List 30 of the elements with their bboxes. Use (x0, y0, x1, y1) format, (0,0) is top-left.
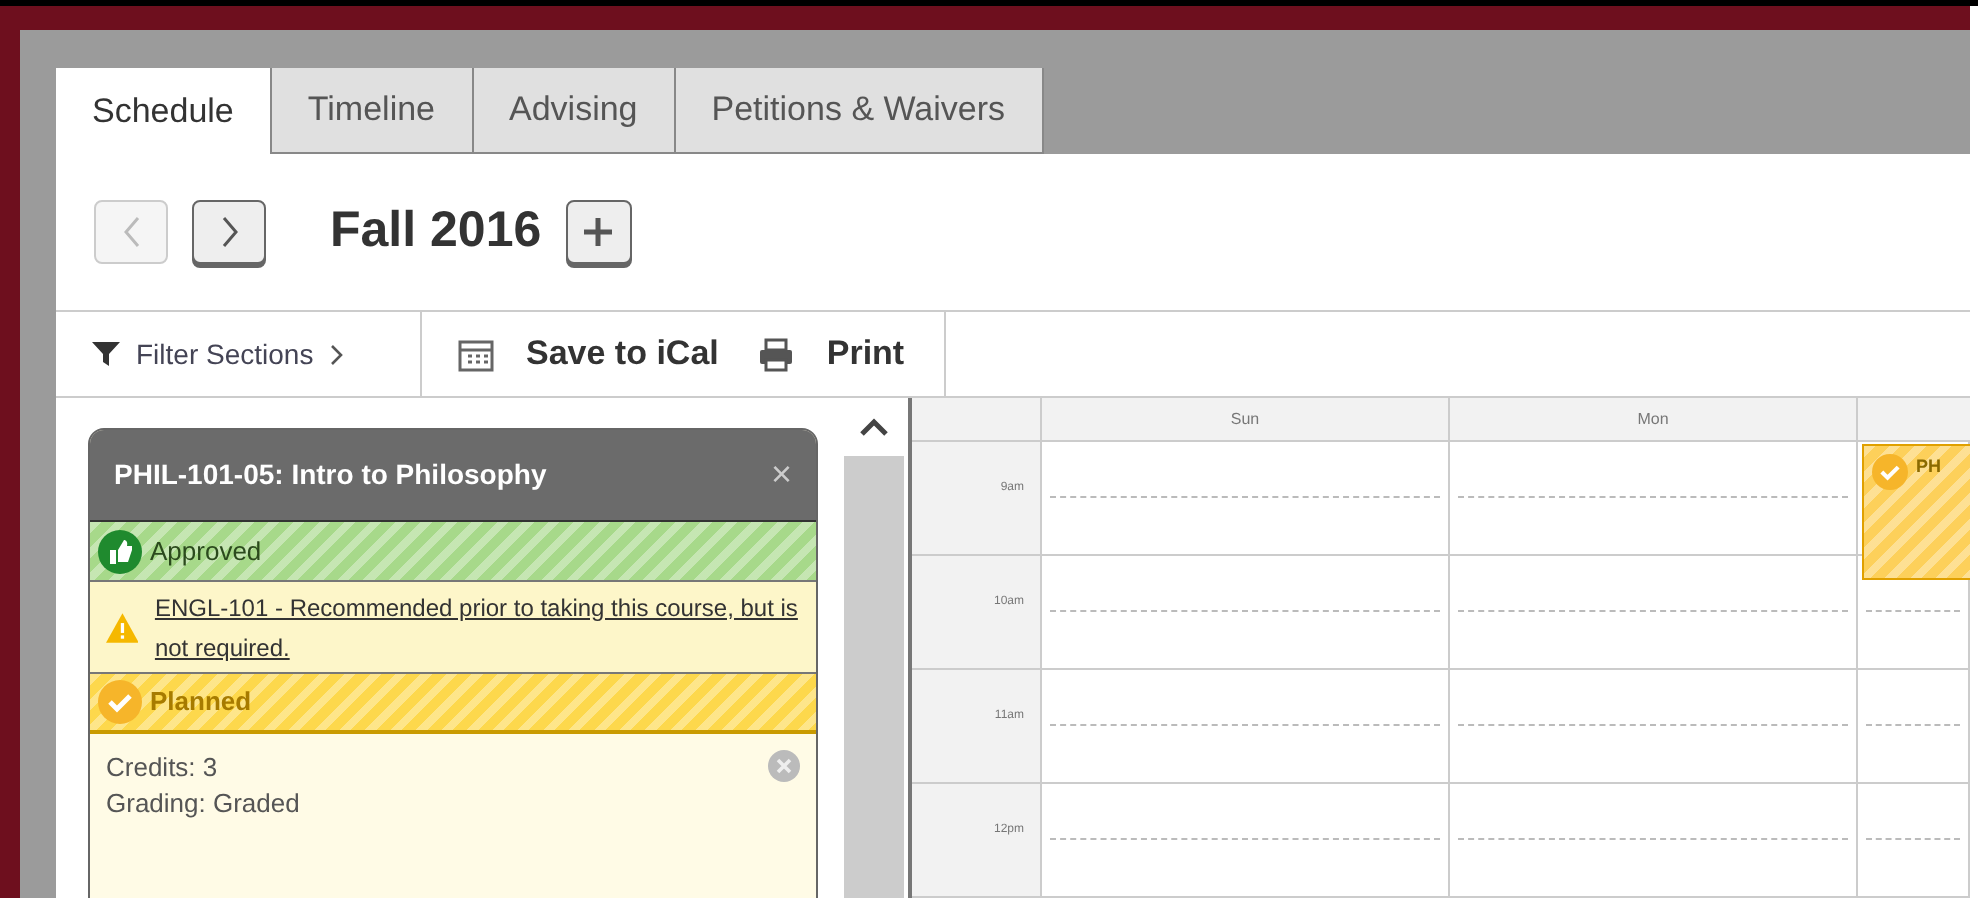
course-detail: Grading: Graded (106, 786, 300, 822)
calendar-icon (458, 337, 494, 371)
filter-sections-button[interactable]: Filter Sections (56, 312, 422, 396)
course-title: PHIL-101-05: Intro to Philosophy (114, 456, 547, 494)
course-detail: Credits: 3 (106, 750, 220, 786)
status-label: Approved (150, 533, 262, 570)
warning-icon (106, 609, 139, 645)
event-title: PH (1916, 454, 1942, 480)
tab[interactable]: Timeline (271, 68, 473, 154)
add-button[interactable] (565, 200, 632, 264)
warning-link[interactable]: ENGL-101 - Recommended prior to taking this course, but is not required. (154, 587, 800, 667)
tab[interactable]: Petitions & Waivers (675, 68, 1044, 154)
tab[interactable]: Advising (473, 68, 676, 154)
day-header: Sun (1042, 398, 1450, 440)
term-title: Fall 2016 (330, 200, 542, 263)
tab[interactable]: Schedule (56, 68, 272, 154)
thumbs-up-icon (98, 529, 142, 573)
filter-icon (92, 340, 120, 368)
print-button[interactable]: Print (758, 328, 905, 380)
chevron-up-icon (860, 418, 888, 436)
chevron-left-icon (121, 216, 141, 248)
next-button[interactable] (192, 200, 266, 264)
printer-icon (758, 337, 795, 371)
chevron-right-icon (219, 216, 239, 248)
save-to-ical-button[interactable]: Save to iCal (458, 328, 719, 380)
check-icon (98, 680, 142, 724)
check-icon (1872, 454, 1908, 490)
day-header: Mon (1450, 398, 1858, 440)
plus-icon (582, 216, 615, 248)
chevron-right-icon (329, 343, 344, 365)
